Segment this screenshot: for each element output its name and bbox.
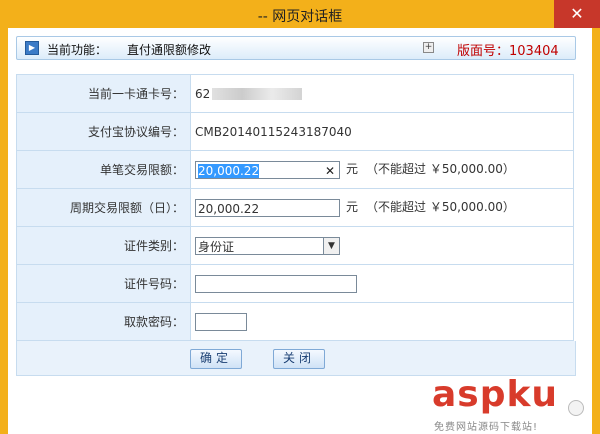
weekly-limit-value: 20,000.22 — [198, 201, 260, 216]
window-title: -- 网页对话框 — [257, 9, 343, 25]
limit-form: 当前一卡通卡号： 62 支付宝协议编号： CMB2014011524318704… — [16, 74, 574, 341]
row-card-no: 当前一卡通卡号： 62 — [16, 74, 574, 113]
plus-box-icon[interactable]: + — [423, 42, 434, 53]
chevron-down-icon[interactable]: ▼ — [323, 237, 339, 254]
id-type-cell: 身份证 ▼ — [190, 226, 574, 265]
password-input[interactable] — [195, 312, 247, 331]
window-titlebar[interactable]: -- 网页对话框 ✕ — [0, 0, 600, 28]
close-button[interactable]: 关闭 — [273, 349, 325, 369]
watermark-slogan: 免费网站源码下载站! — [434, 422, 539, 433]
row-id-type: 证件类别： 身份证 ▼ — [16, 226, 574, 265]
clear-x-icon[interactable]: ✕ — [325, 162, 335, 180]
id-type-select[interactable]: 身份证 ▼ — [195, 236, 340, 255]
row-id-no: 证件号码： — [16, 264, 574, 303]
watermark-brand: aspku — [432, 374, 559, 415]
id-type-label: 证件类别： — [16, 226, 191, 265]
row-protocol: 支付宝协议编号： CMB20140115243187040 — [16, 112, 574, 151]
window-close-button[interactable]: ✕ — [554, 0, 600, 28]
single-limit-input[interactable]: 20,000.22 ✕ — [195, 160, 340, 180]
id-type-value: 身份证 — [198, 239, 235, 254]
weekly-limit-input[interactable]: 20,000.22 — [195, 198, 340, 217]
protocol-value: CMB20140115243187040 — [195, 124, 352, 139]
function-value: 直付通限额修改 — [127, 43, 212, 57]
watermark-logo: aspku 免费网站源码下载站! — [432, 374, 592, 434]
weekly-limit-cell: 20,000.22 元 （不能超过 ￥50,000.00） — [190, 188, 574, 227]
row-weekly-limit: 周期交易限额（日）： 20,000.22 元 （不能超过 ￥50,000.00） — [16, 188, 574, 227]
single-limit-value: 20,000.22 — [198, 163, 260, 178]
function-label: 当前功能： — [47, 43, 108, 57]
window-frame-right — [592, 28, 600, 434]
row-password: 取款密码： — [16, 302, 574, 341]
id-no-cell — [190, 264, 574, 303]
password-cell — [190, 302, 574, 341]
single-limit-hint: （不能超过 ￥50,000.00） — [366, 162, 515, 177]
weekly-limit-label: 周期交易限额（日）： — [16, 188, 191, 227]
id-no-label: 证件号码： — [16, 264, 191, 303]
password-label: 取款密码： — [16, 302, 191, 341]
weekly-limit-hint: （不能超过 ￥50,000.00） — [366, 200, 515, 215]
protocol-label: 支付宝协议编号： — [16, 112, 191, 151]
card-no-value: 62 — [195, 86, 211, 101]
id-no-input[interactable] — [195, 274, 357, 293]
page-number: 版面号：103404 — [457, 44, 559, 59]
card-no-cell: 62 — [190, 74, 574, 113]
confirm-button[interactable]: 确定 — [190, 349, 242, 369]
single-limit-label: 单笔交易限额： — [16, 150, 191, 189]
single-limit-unit: 元 — [346, 162, 359, 177]
weekly-limit-unit: 元 — [346, 200, 359, 215]
watermark-globe-icon — [568, 400, 584, 416]
function-header: ▶ 当前功能： 直付通限额修改 + 版面号：103404 — [16, 36, 576, 60]
row-single-limit: 单笔交易限额： 20,000.22 ✕ 元 （不能超过 ￥50,000.00） — [16, 150, 574, 189]
card-no-label: 当前一卡通卡号： — [16, 74, 191, 113]
card-no-mask — [212, 88, 303, 100]
single-limit-cell: 20,000.22 ✕ 元 （不能超过 ￥50,000.00） — [190, 150, 574, 189]
protocol-cell: CMB20140115243187040 — [190, 112, 574, 151]
button-row: 确定 关闭 — [16, 341, 576, 376]
arrow-box-icon: ▶ — [25, 41, 39, 55]
window-frame-left — [0, 28, 8, 434]
